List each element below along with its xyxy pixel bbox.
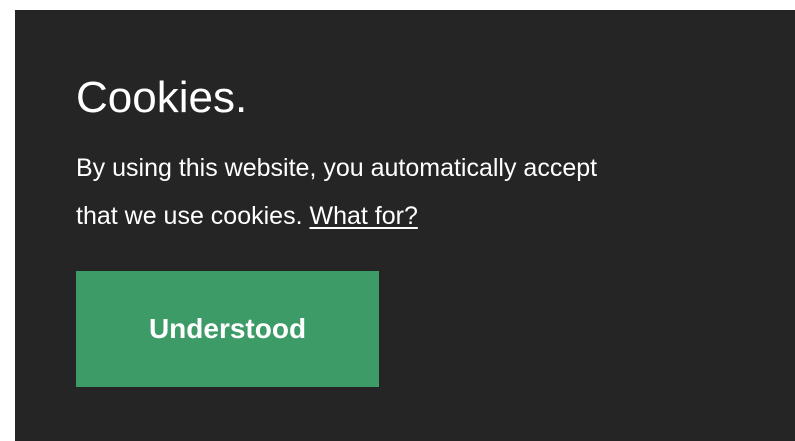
- what-for-link[interactable]: What for?: [309, 202, 417, 230]
- banner-message: By using this website, you automatically…: [76, 144, 776, 240]
- message-line-1: By using this website, you automatically…: [76, 154, 598, 182]
- banner-title: Cookies.: [76, 73, 248, 122]
- understood-button[interactable]: Understood: [76, 271, 379, 387]
- cookie-banner: Cookies. By using this website, you auto…: [15, 10, 795, 441]
- message-line-2-text: that we use cookies.: [76, 202, 303, 230]
- message-line-2: that we use cookies. What for?: [76, 192, 776, 240]
